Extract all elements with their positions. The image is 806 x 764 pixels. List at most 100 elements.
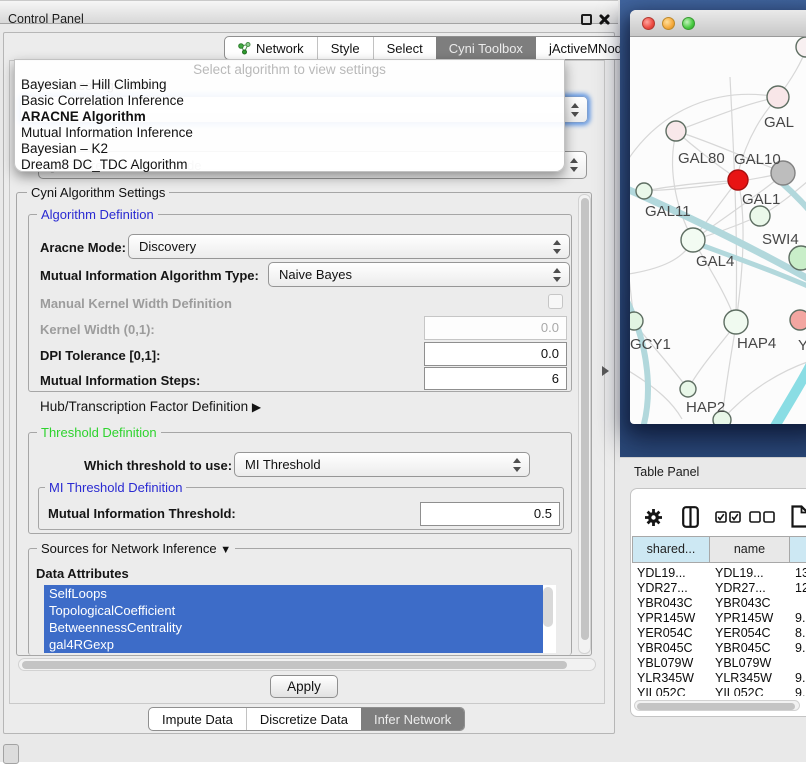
aracne-mode-combo[interactable]: Discovery xyxy=(128,234,570,259)
close-icon[interactable] xyxy=(598,13,610,25)
control-tab-cyni-toolbox[interactable]: Cyni Toolbox xyxy=(436,37,536,59)
scrollbar-thumb[interactable] xyxy=(637,703,795,710)
control-tab-style[interactable]: Style xyxy=(317,37,373,59)
which-threshold-combo[interactable]: MI Threshold xyxy=(234,452,530,477)
expand-right-triangle-icon[interactable]: ▶ xyxy=(252,400,261,414)
table-row[interactable]: YER054CYER054C8. xyxy=(632,626,806,641)
attribute-item-betweennesscentrality[interactable]: BetweennessCentrality xyxy=(44,619,543,636)
table-cell: 9. xyxy=(790,686,806,696)
deselect-all-icon[interactable] xyxy=(749,511,775,523)
settings-horizontal-scrollbar[interactable] xyxy=(18,658,596,671)
algorithm-options-list: Bayesian – Hill ClimbingBasic Correlatio… xyxy=(15,77,564,173)
column-header-name[interactable]: name xyxy=(710,536,790,563)
network-node-gal80[interactable] xyxy=(666,121,686,141)
gear-icon[interactable] xyxy=(644,508,663,527)
column-header-2[interactable] xyxy=(790,536,806,563)
hub-definition-label[interactable]: Hub/Transcription Factor Definition ▶ xyxy=(40,399,261,414)
network-node-salmon-node[interactable] xyxy=(790,310,806,330)
control-tab-select[interactable]: Select xyxy=(373,37,436,59)
table-row[interactable]: YBR045CYBR045C9. xyxy=(632,641,806,656)
table-cell: 12 xyxy=(790,581,806,596)
manual-kernel-checkbox[interactable] xyxy=(548,294,563,309)
panel-splitter-arrow-icon[interactable] xyxy=(602,366,609,376)
mi-threshold-field[interactable]: 0.5 xyxy=(420,502,560,526)
attribute-item-selfloops[interactable]: SelfLoops xyxy=(44,585,543,602)
network-node-gal-pink[interactable] xyxy=(767,86,789,108)
network-node-red-node[interactable] xyxy=(728,170,748,190)
table-horizontal-scrollbar[interactable] xyxy=(634,700,800,711)
data-attributes-list: SelfLoopsTopologicalCoefficientBetweenne… xyxy=(44,585,556,653)
control-tab-network[interactable]: Network xyxy=(225,37,317,59)
network-window[interactable]: GALGAL80GAL10GAL1GAL11SWI4GAL4GCY1HAP4YH… xyxy=(630,10,806,424)
algorithm-option-bayesian-hill-climbing[interactable]: Bayesian – Hill Climbing xyxy=(15,77,564,93)
attributes-scrollbar-thumb[interactable] xyxy=(543,587,553,627)
network-node-hap4[interactable] xyxy=(724,310,748,334)
table-row[interactable]: YIL052CYIL052C9. xyxy=(632,686,806,696)
kernel-width-label: Kernel Width (0,1): xyxy=(40,322,155,337)
algorithm-option-basic-correlation-inference[interactable]: Basic Correlation Inference xyxy=(15,93,564,109)
table-cell: YDL19... xyxy=(632,566,710,581)
stepper-arrows-icon xyxy=(553,267,562,283)
collapse-down-triangle-icon[interactable]: ▼ xyxy=(220,544,231,556)
split-columns-icon[interactable] xyxy=(682,506,699,528)
cyni-tab-impute-data[interactable]: Impute Data xyxy=(149,708,246,730)
select-all-icon[interactable] xyxy=(715,511,741,523)
float-window-icon[interactable] xyxy=(581,14,592,25)
table-row[interactable]: YDL19...YDL19...13 xyxy=(632,566,806,581)
algorithm-option-mutual-information-inference[interactable]: Mutual Information Inference xyxy=(15,125,564,141)
table-row[interactable]: YDR27...YDR27...12 xyxy=(632,581,806,596)
mac-minimize-button[interactable] xyxy=(662,17,675,30)
mac-zoom-button[interactable] xyxy=(682,17,695,30)
algorithm-option-dream8-dc-tdc-algorithm[interactable]: Dream8 DC_TDC Algorithm xyxy=(15,157,564,173)
table-row[interactable]: YLR345WYLR345W9. xyxy=(632,671,806,686)
algorithm-option-aracne-algorithm[interactable]: ARACNE Algorithm xyxy=(15,109,564,125)
apply-button[interactable]: Apply xyxy=(270,675,338,698)
node-label-gal: GAL xyxy=(764,114,794,131)
network-node-swi4[interactable] xyxy=(789,246,806,270)
network-node[interactable] xyxy=(796,37,806,57)
table-row[interactable]: YBR043CYBR043C xyxy=(632,596,806,611)
stepper-arrows-icon xyxy=(570,157,579,173)
table-cell: YBR043C xyxy=(710,596,790,611)
network-window-titlebar[interactable] xyxy=(630,10,806,37)
scrollbar-thumb[interactable] xyxy=(581,198,589,640)
algorithm-option-bayesian-k2[interactable]: Bayesian – K2 xyxy=(15,141,564,157)
network-graph[interactable]: GALGAL80GAL10GAL1GAL11SWI4GAL4GCY1HAP4YH… xyxy=(630,37,806,424)
tab-label: Impute Data xyxy=(162,712,233,727)
which-threshold-label: Which threshold to use: xyxy=(84,458,232,473)
attribute-item-topologicalcoefficient[interactable]: TopologicalCoefficient xyxy=(44,602,543,619)
network-canvas[interactable]: GALGAL80GAL10GAL1GAL11SWI4GAL4GCY1HAP4YH… xyxy=(630,37,806,424)
table-row[interactable]: YBL079WYBL079W xyxy=(632,656,806,671)
mac-close-button[interactable] xyxy=(642,17,655,30)
table-cell: YER054C xyxy=(632,626,710,641)
network-node-gal1[interactable] xyxy=(750,206,770,226)
network-node-gal4[interactable] xyxy=(681,228,705,252)
cyni-tab-infer-network[interactable]: Infer Network xyxy=(361,708,464,730)
network-node-hap2[interactable] xyxy=(680,381,696,397)
column-header-shared[interactable]: shared... xyxy=(632,536,710,563)
tab-label: Discretize Data xyxy=(260,712,348,727)
network-node-gal11[interactable] xyxy=(636,183,652,199)
mi-steps-field[interactable]: 6 xyxy=(424,367,567,390)
table-cell: YDR27... xyxy=(632,581,710,596)
mi-type-combo[interactable]: Naive Bayes xyxy=(268,262,570,287)
network-edge xyxy=(782,183,806,233)
table-row[interactable]: YPR145WYPR145W9. xyxy=(632,611,806,626)
new-page-icon[interactable] xyxy=(791,505,806,528)
app-root: { "control_panel": { "title": "Control P… xyxy=(0,0,806,762)
dock-mini-icon[interactable] xyxy=(3,744,19,764)
settings-vertical-scrollbar[interactable] xyxy=(578,194,591,654)
network-edge xyxy=(688,329,732,389)
mi-type-label: Mutual Information Algorithm Type: xyxy=(40,268,259,283)
scrollbar-thumb[interactable] xyxy=(22,661,567,669)
network-node-gcy1[interactable] xyxy=(630,312,643,330)
cyni-tab-discretize-data[interactable]: Discretize Data xyxy=(246,708,361,730)
kernel-width-field[interactable]: 0.0 xyxy=(424,316,567,340)
sources-title-text: Sources for Network Inference xyxy=(41,541,217,556)
settings-group-title: Cyni Algorithm Settings xyxy=(27,185,169,200)
node-label-gal80: GAL80 xyxy=(678,150,725,167)
attribute-item-gal4rgexp[interactable]: gal4RGexp xyxy=(44,636,543,653)
table-cell: YLR345W xyxy=(710,671,790,686)
network-edge xyxy=(730,77,737,315)
dpi-tolerance-field[interactable]: 0.0 xyxy=(424,342,567,366)
